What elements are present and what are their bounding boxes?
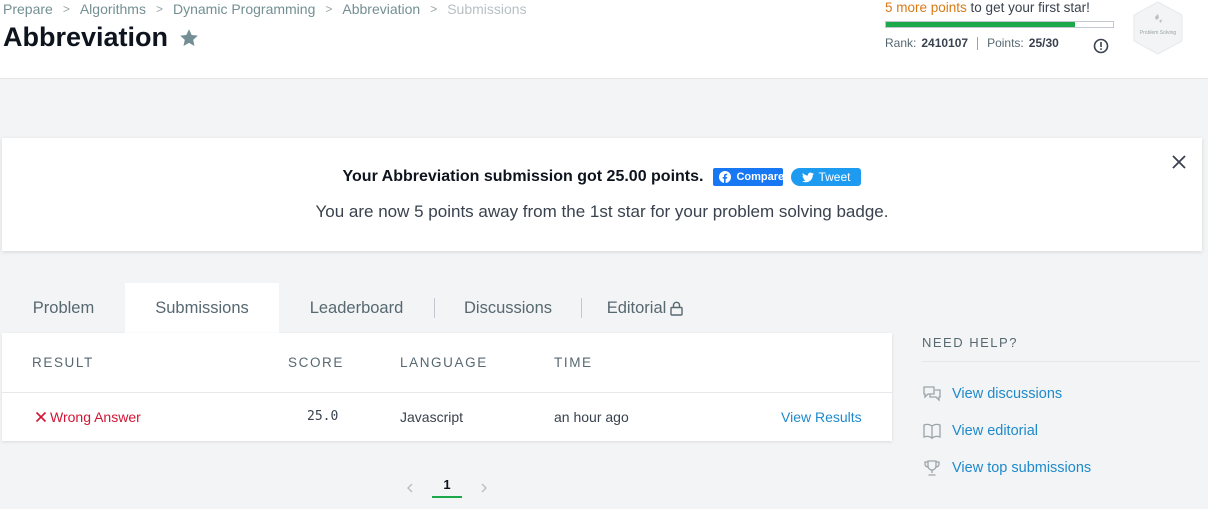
tab-editorial[interactable]: Editorial [582, 283, 708, 333]
breadcrumb-dynamic-programming[interactable]: Dynamic Programming [173, 1, 315, 17]
breadcrumb-prepare[interactable]: Prepare [3, 1, 53, 17]
close-icon[interactable] [1171, 154, 1187, 170]
tweet-label: Tweet [818, 170, 851, 184]
column-header-time: TIME [554, 355, 593, 370]
facebook-icon [719, 171, 732, 183]
tab-editorial-label: Editorial [606, 298, 667, 317]
view-top-submissions-label: View top submissions [952, 459, 1092, 476]
book-icon [923, 423, 941, 439]
column-header-language: LANGUAGE [400, 355, 488, 370]
banner-subtext: You are now 5 points away from the 1st s… [315, 202, 889, 221]
tab-submissions[interactable]: Submissions [125, 283, 279, 333]
tweet-button[interactable]: Tweet [791, 168, 862, 186]
column-header-score: SCORE [288, 355, 345, 370]
table-row-score: 25.0 [307, 409, 339, 424]
progress-rest-text: to get your first star! [966, 0, 1090, 15]
prev-page-button[interactable] [400, 478, 420, 498]
progress-bar-fill [886, 22, 1076, 27]
rank-points-row: Rank: 2410107 Points: 25/30 [885, 36, 1115, 50]
page-title-text: Abbreviation [3, 22, 169, 52]
result-text: Wrong Answer [50, 409, 141, 425]
chevron-right-icon: > [325, 2, 333, 16]
chevron-left-icon [407, 483, 413, 492]
twitter-bird-icon [802, 172, 815, 182]
next-page-button[interactable] [474, 478, 494, 498]
banner-headline-row: Your Abbreviation submission got 25.00 p… [2, 168, 1202, 186]
page-title: Abbreviation [3, 22, 200, 53]
need-help-title: NEED HELP? [922, 335, 1200, 362]
tab-discussions[interactable]: Discussions [435, 283, 581, 333]
page-number-current[interactable]: 1 [432, 477, 462, 498]
points-label: Points: [987, 36, 1024, 50]
lock-icon [670, 301, 684, 316]
tab-leaderboard[interactable]: Leaderboard [279, 283, 434, 333]
view-results-link[interactable]: View Results [781, 409, 862, 425]
points-value: 25/30 [1028, 36, 1059, 50]
chevron-right-icon: > [430, 2, 438, 16]
view-discussions-label: View discussions [952, 385, 1063, 402]
progress-accent-text: 5 more points [885, 0, 967, 15]
view-top-submissions-link[interactable]: View top submissions [922, 449, 1202, 486]
progress-message: 5 more points to get your first star! [885, 0, 1115, 15]
badge-label: Problem Solving [1139, 30, 1177, 36]
star-progress: 5 more points to get your first star! Ra… [885, 0, 1115, 54]
tab-problem[interactable]: Problem [2, 283, 125, 333]
submissions-table: RESULT SCORE LANGUAGE TIME Wrong Answer … [2, 333, 892, 441]
trophy-icon [924, 459, 940, 476]
pagination: 1 [400, 477, 494, 498]
view-editorial-link[interactable]: View editorial [922, 412, 1202, 449]
submission-banner: Your Abbreviation submission got 25.00 p… [2, 138, 1202, 251]
info-icon[interactable] [1093, 38, 1109, 54]
chevron-right-icon [481, 483, 487, 492]
problem-tabs: Problem Submissions Leaderboard Discussi… [2, 283, 708, 333]
facebook-compare-button[interactable]: Compare [713, 168, 784, 186]
table-divider [2, 392, 892, 393]
rank-label: Rank: [885, 36, 917, 50]
x-mark-icon [35, 411, 47, 423]
chevron-right-icon: > [62, 2, 70, 16]
view-discussions-link[interactable]: View discussions [922, 375, 1202, 412]
column-header-result: RESULT [32, 355, 94, 370]
rank-value: 2410107 [921, 36, 969, 50]
page-header: Prepare > Algorithms > Dynamic Programmi… [0, 0, 1208, 79]
breadcrumb-algorithms[interactable]: Algorithms [80, 1, 146, 17]
facebook-compare-label: Compare [736, 171, 784, 183]
breadcrumb-abbreviation[interactable]: Abbreviation [342, 1, 420, 17]
problem-solving-badge[interactable]: Problem Solving [1131, 0, 1185, 56]
star-icon[interactable] [178, 27, 200, 49]
view-editorial-label: View editorial [952, 422, 1038, 439]
table-row-time: an hour ago [554, 409, 629, 425]
breadcrumb: Prepare > Algorithms > Dynamic Programmi… [3, 1, 527, 17]
table-row-language: Javascript [400, 409, 464, 425]
badge-hexagon-icon [1133, 1, 1183, 55]
chevron-right-icon: > [155, 2, 163, 16]
need-help-panel: NEED HELP? View discussions View editori… [922, 335, 1202, 486]
breadcrumb-submissions: Submissions [447, 1, 527, 17]
divider [977, 36, 979, 50]
banner-message: Your Abbreviation submission got 25.00 p… [342, 168, 704, 185]
table-row-result: Wrong Answer [35, 409, 141, 425]
discussion-bubbles-icon [923, 385, 941, 402]
progress-bar [885, 21, 1114, 28]
